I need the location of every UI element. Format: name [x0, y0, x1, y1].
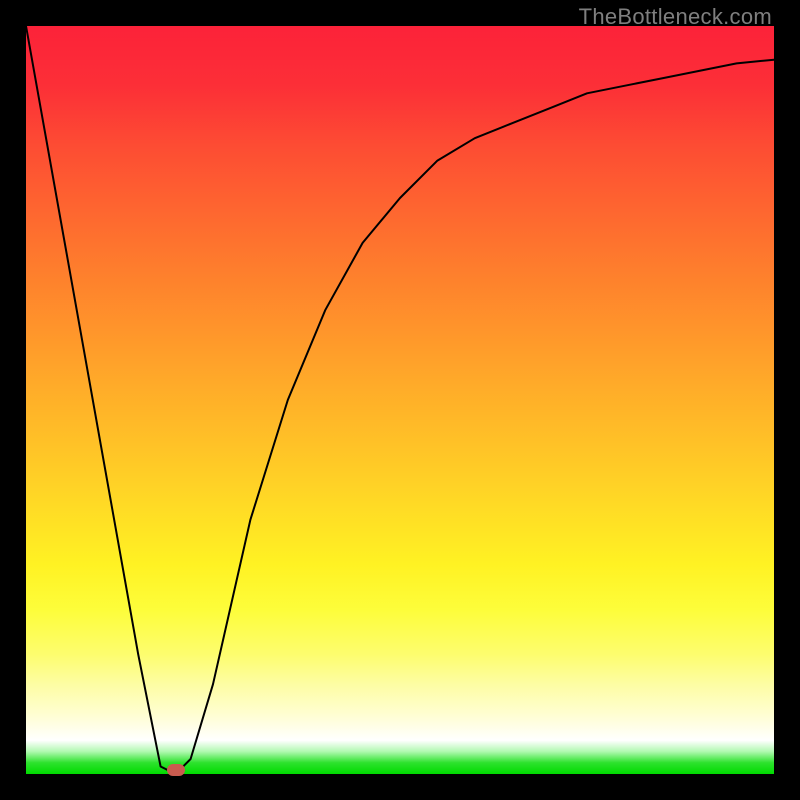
- minimum-marker-icon: [167, 764, 185, 776]
- chart-plot-area: [26, 26, 774, 774]
- bottleneck-curve: [26, 26, 774, 774]
- chart-frame: TheBottleneck.com: [0, 0, 800, 800]
- watermark-label: TheBottleneck.com: [579, 4, 772, 30]
